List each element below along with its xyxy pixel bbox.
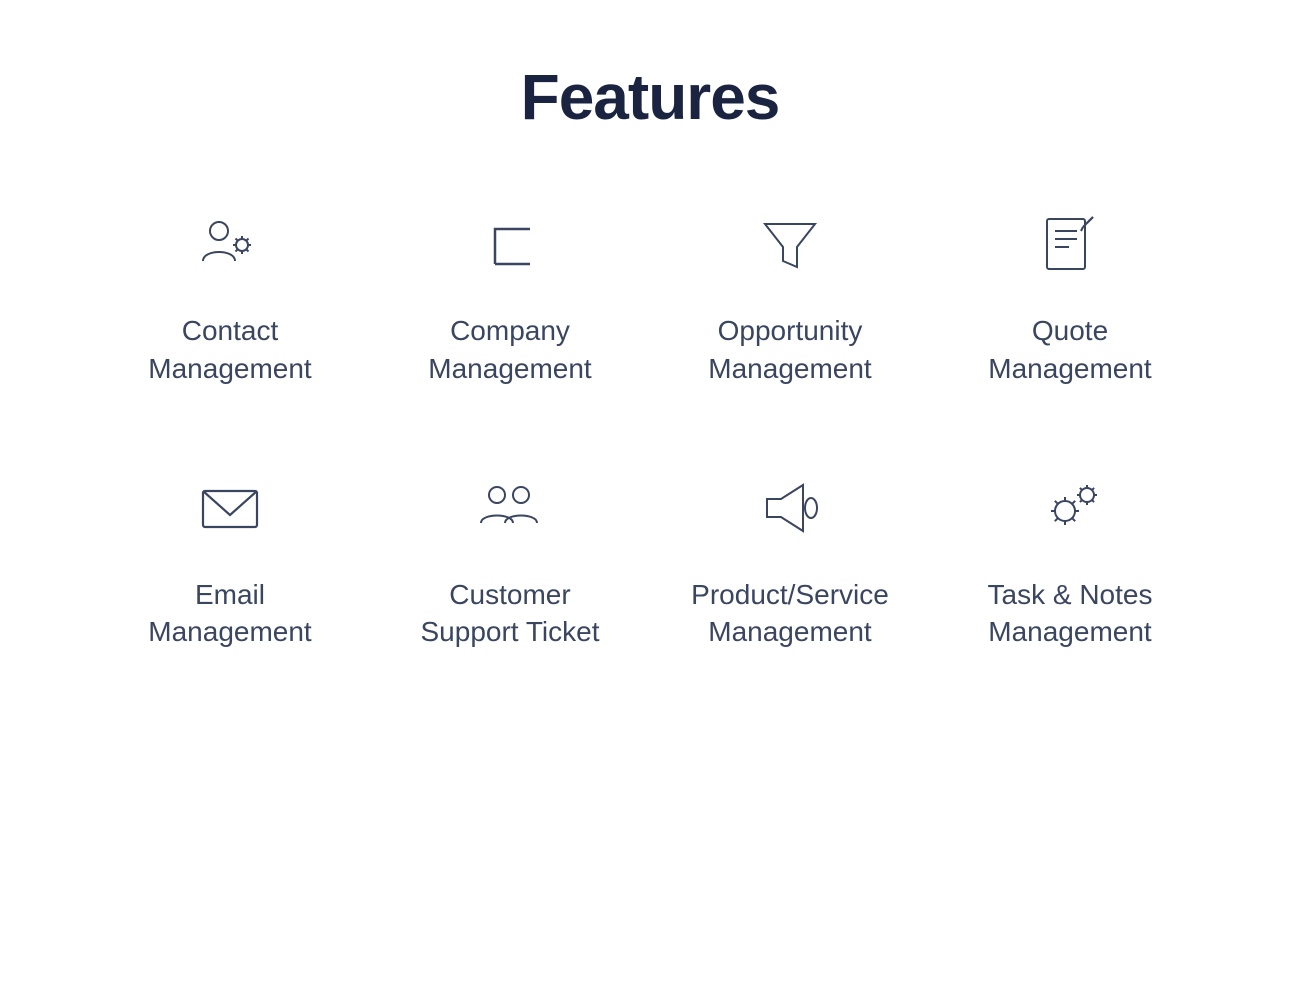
company-icon xyxy=(470,204,550,284)
task-notes-label: Task & NotesManagement xyxy=(988,576,1153,652)
feature-quote-management: QuoteManagement xyxy=(940,204,1200,388)
product-service-label: Product/ServiceManagement xyxy=(691,576,889,652)
product-icon xyxy=(750,468,830,548)
feature-email-management: EmailManagement xyxy=(100,468,360,652)
email-management-label: EmailManagement xyxy=(148,576,311,652)
contact-management-label: ContactManagement xyxy=(148,312,311,388)
features-grid: ContactManagement CompanyManagement Oppo… xyxy=(100,204,1200,651)
feature-task-notes: Task & NotesManagement xyxy=(940,468,1200,652)
feature-product-service: Product/ServiceManagement xyxy=(660,468,920,652)
customer-support-label: CustomerSupport Ticket xyxy=(421,576,600,652)
customer-icon xyxy=(470,468,550,548)
feature-company-management: CompanyManagement xyxy=(380,204,640,388)
email-icon xyxy=(190,468,270,548)
feature-opportunity-management: OpportunityManagement xyxy=(660,204,920,388)
feature-customer-support: CustomerSupport Ticket xyxy=(380,468,640,652)
page-title: Features xyxy=(521,60,780,134)
contact-icon xyxy=(190,204,270,284)
task-icon xyxy=(1030,468,1110,548)
feature-contact-management: ContactManagement xyxy=(100,204,360,388)
quote-icon xyxy=(1030,204,1110,284)
quote-management-label: QuoteManagement xyxy=(988,312,1151,388)
company-management-label: CompanyManagement xyxy=(428,312,591,388)
opportunity-icon xyxy=(750,204,830,284)
opportunity-management-label: OpportunityManagement xyxy=(708,312,871,388)
